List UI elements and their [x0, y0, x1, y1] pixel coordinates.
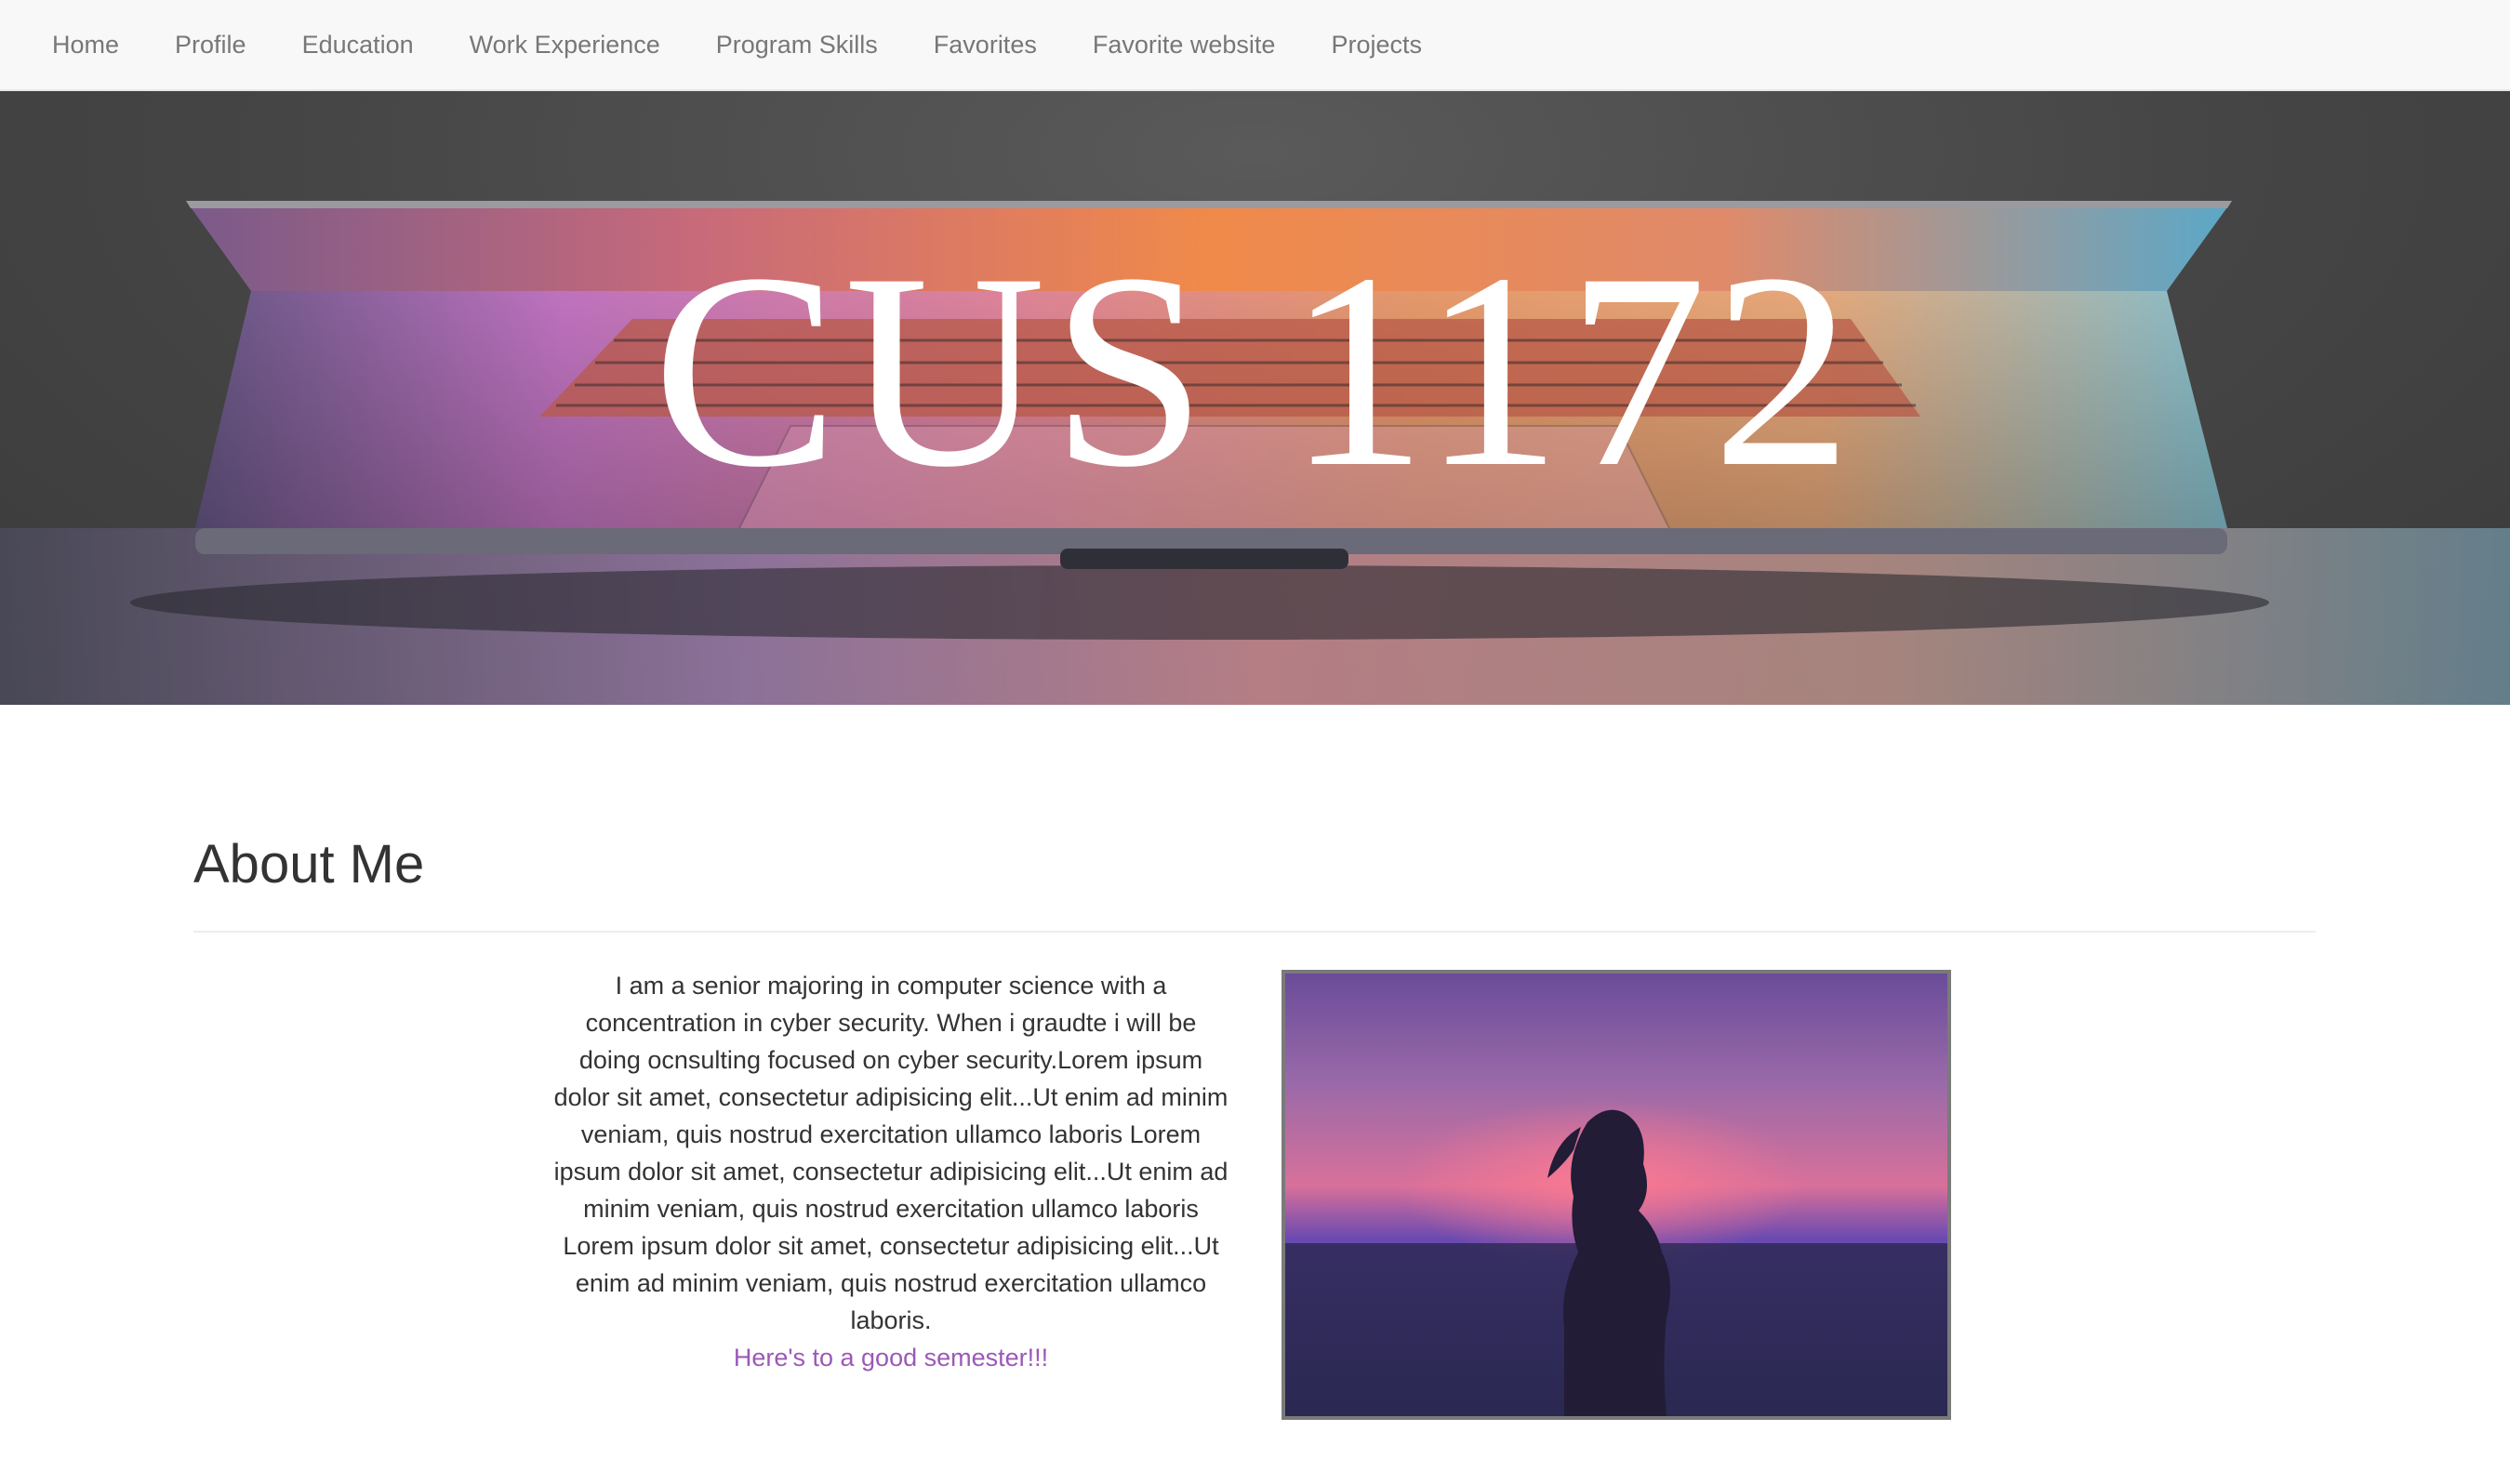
about-heading: About Me [193, 834, 425, 894]
about-text-block: I am a senior majoring in computer scien… [552, 967, 1229, 1376]
nav-list: Home Profile Education Work Experience P… [24, 0, 1450, 89]
profile-photo [1282, 970, 1951, 1420]
hero-banner: CUS 1172 [0, 91, 2510, 705]
top-navbar: Home Profile Education Work Experience P… [0, 0, 2510, 91]
woman-silhouette-sunset-photo [1285, 974, 1947, 1416]
nav-item-program-skills[interactable]: Program Skills [688, 0, 906, 89]
nav-item-profile[interactable]: Profile [147, 0, 274, 89]
nav-item-favorites[interactable]: Favorites [906, 0, 1065, 89]
nav-item-projects[interactable]: Projects [1303, 0, 1450, 89]
about-paragraph: I am a senior majoring in computer scien… [553, 972, 1228, 1334]
nav-item-work-experience[interactable]: Work Experience [442, 0, 688, 89]
nav-item-education[interactable]: Education [274, 0, 442, 89]
nav-item-favorite-website[interactable]: Favorite website [1065, 0, 1304, 89]
nav-item-home[interactable]: Home [24, 0, 147, 89]
hero-title: CUS 1172 [652, 216, 1858, 524]
semester-link[interactable]: Here's to a good semester!!! [552, 1339, 1229, 1376]
divider [193, 931, 2316, 933]
